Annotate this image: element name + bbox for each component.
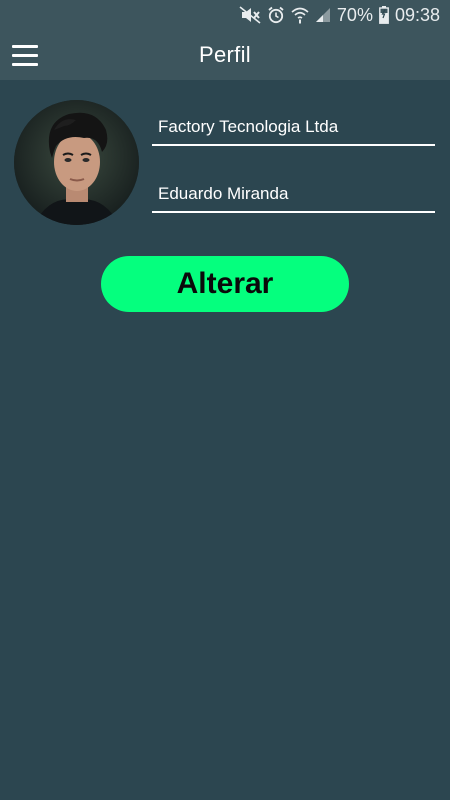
clock-time: 09:38: [394, 4, 440, 25]
status-icons: 70% 09:38: [239, 4, 440, 26]
alter-button[interactable]: Alterar: [101, 256, 349, 312]
status-bar: 70% 09:38: [0, 0, 450, 30]
company-field[interactable]: [152, 110, 435, 146]
name-input[interactable]: [152, 177, 435, 211]
company-input[interactable]: [152, 110, 435, 144]
alarm-icon: [267, 6, 285, 24]
avatar[interactable]: [14, 100, 139, 225]
signal-icon: [315, 7, 331, 23]
wifi-icon: [291, 6, 309, 24]
battery-icon: [379, 6, 389, 24]
page-title: Perfil: [199, 42, 251, 67]
name-field[interactable]: [152, 177, 435, 213]
app-bar: Perfil: [0, 30, 450, 80]
battery-percent: 70%: [336, 4, 373, 25]
mute-icon: [239, 6, 261, 24]
